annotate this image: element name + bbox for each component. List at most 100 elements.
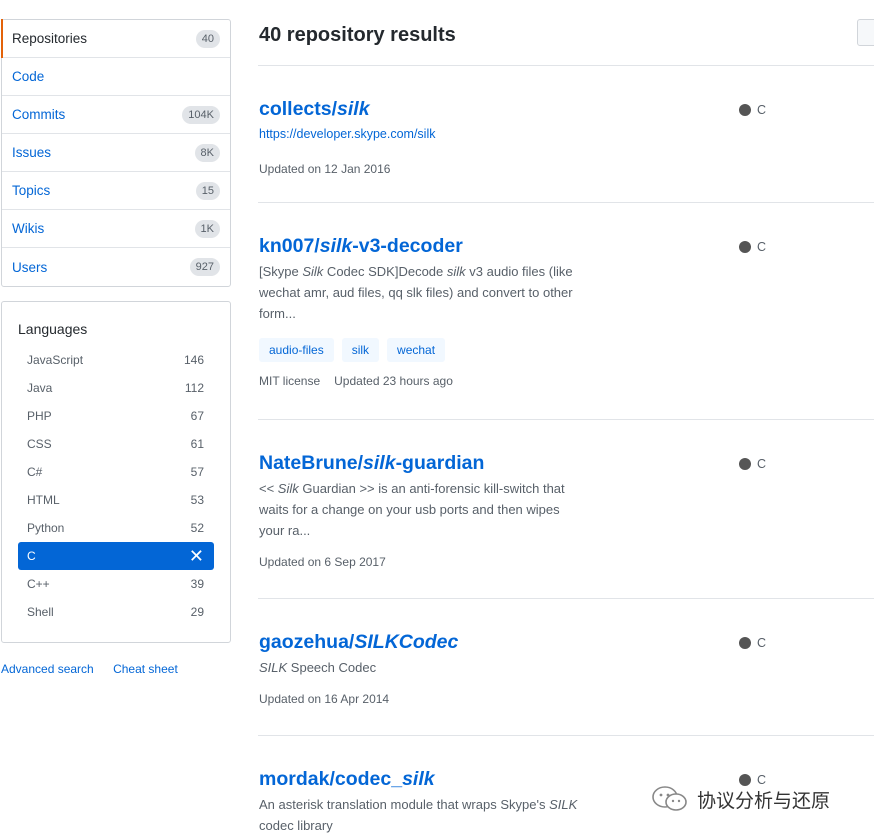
menu-item-count: 8K xyxy=(194,143,220,162)
language-count: 61 xyxy=(190,437,204,451)
repo-topics: audio-files silk wechat xyxy=(259,338,874,362)
divider xyxy=(258,419,874,420)
menu-item-count: 15 xyxy=(195,181,220,200)
language-count: 29 xyxy=(190,605,204,619)
language-color-dot xyxy=(739,104,751,116)
repo-result: gaozehua/SILKCodec SILK Speech Codec Upd… xyxy=(259,630,874,706)
cheat-sheet-link[interactable]: Cheat sheet xyxy=(113,662,178,676)
language-name: HTML xyxy=(27,493,60,507)
language-name: C# xyxy=(27,465,43,479)
menu-item-label: Topics xyxy=(12,183,51,198)
menu-item-label: Users xyxy=(12,259,48,275)
repo-language: C xyxy=(739,457,766,471)
results-count-heading: 40 repository results xyxy=(259,24,456,46)
language-filter-cpp[interactable]: C++ 39 xyxy=(18,570,214,598)
menu-item-count: 104K xyxy=(182,105,220,124)
repo-description[interactable]: https://developer.skype.com/silk xyxy=(259,124,579,145)
repo-link[interactable]: collects/silk xyxy=(259,97,874,121)
language-name: C xyxy=(27,549,36,563)
language-filter-html[interactable]: HTML 53 xyxy=(18,486,214,514)
language-color-dot xyxy=(739,458,751,470)
divider xyxy=(258,65,874,66)
sort-dropdown-button[interactable] xyxy=(857,19,874,46)
repo-language: C xyxy=(739,636,766,650)
repo-language-name: C xyxy=(757,103,767,117)
clear-filter-icon[interactable]: ✕ xyxy=(189,547,204,565)
menu-item-count: 40 xyxy=(195,29,220,48)
repo-result: kn007/silk-v3-decoder [Skype Silk Codec … xyxy=(259,234,874,388)
repo-description: An asterisk translation module that wrap… xyxy=(259,797,578,833)
menu-item-label: Code xyxy=(12,69,45,84)
language-filter-python[interactable]: Python 52 xyxy=(18,514,214,542)
menu-item-issues[interactable]: Issues 8K xyxy=(2,134,230,172)
language-filter-css[interactable]: CSS 61 xyxy=(18,430,214,458)
repo-link[interactable]: NateBrune/silk-guardian xyxy=(259,451,874,475)
footer-links: Advanced search Cheat sheet xyxy=(1,662,194,676)
menu-item-wikis[interactable]: Wikis 1K xyxy=(2,210,230,248)
menu-item-count: 1K xyxy=(194,219,220,238)
repo-language: C xyxy=(739,103,766,117)
menu-item-label: Commits xyxy=(12,107,66,122)
menu-item-code[interactable]: Code xyxy=(2,58,230,96)
menu-item-label: Repositories xyxy=(12,31,88,46)
repo-updated: Updated on 6 Sep 2017 xyxy=(259,555,386,569)
language-name: Shell xyxy=(27,605,54,619)
language-count: 53 xyxy=(190,493,204,507)
language-name: C++ xyxy=(27,577,50,591)
divider xyxy=(258,735,874,736)
language-color-dot xyxy=(739,637,751,649)
language-name: JavaScript xyxy=(27,353,84,367)
menu-item-commits[interactable]: Commits 104K xyxy=(2,96,230,134)
repo-language-name: C xyxy=(757,240,767,254)
repo-updated: Updated on 16 Apr 2014 xyxy=(259,692,390,706)
menu-item-count: 927 xyxy=(189,258,220,276)
language-filter-csharp[interactable]: C# 57 xyxy=(18,458,214,486)
menu-item-topics[interactable]: Topics 15 xyxy=(2,172,230,210)
repo-license: MIT license xyxy=(259,374,321,388)
repo-result: collects/silk https://developer.skype.co… xyxy=(259,97,874,176)
language-filter-c[interactable]: C ✕ xyxy=(18,542,214,570)
wechat-logo-icon xyxy=(652,786,687,811)
language-filter-php[interactable]: PHP 67 xyxy=(18,402,214,430)
repo-result: NateBrune/silk-guardian << Silk Guardian… xyxy=(259,451,874,569)
language-filter-javascript[interactable]: JavaScript 146 xyxy=(18,346,214,374)
language-name: PHP xyxy=(27,409,52,423)
repo-meta: MIT license Updated 23 hours ago xyxy=(259,374,874,388)
repo-language-name: C xyxy=(757,636,767,650)
repo-meta: Updated on 16 Apr 2014 xyxy=(259,692,874,706)
topic-tag[interactable]: wechat xyxy=(387,338,446,362)
repo-meta: Updated on 12 Jan 2016 xyxy=(259,162,874,176)
language-filter-shell[interactable]: Shell 29 xyxy=(18,598,214,626)
divider xyxy=(258,598,874,599)
language-name: Python xyxy=(27,521,65,535)
menu-item-users[interactable]: Users 927 xyxy=(2,248,230,286)
language-count: 112 xyxy=(184,381,204,395)
repo-meta: Updated on 6 Sep 2017 xyxy=(259,555,874,569)
language-count: 146 xyxy=(183,353,204,367)
repo-language-name: C xyxy=(757,457,767,471)
repo-description: [Skype Silk Codec SDK]Decode silk v3 aud… xyxy=(259,264,573,321)
language-count: 39 xyxy=(190,577,204,591)
repo-link[interactable]: kn007/silk-v3-decoder xyxy=(259,234,874,258)
language-color-dot xyxy=(739,241,751,253)
repo-description: << Silk Guardian >> is an anti-forensic … xyxy=(259,481,565,538)
repo-description: SILK Speech Codec xyxy=(259,660,377,675)
language-count: 57 xyxy=(190,465,204,479)
repo-language: C xyxy=(739,240,766,254)
repo-link[interactable]: gaozehua/SILKCodec xyxy=(259,630,874,654)
topic-tag[interactable]: silk xyxy=(341,338,380,362)
repo-updated: Updated 23 hours ago xyxy=(334,374,453,388)
menu-item-repositories[interactable]: Repositories 40 xyxy=(1,19,230,58)
language-count: 67 xyxy=(190,409,204,423)
watermark-text: 协议分析与还原 xyxy=(697,790,831,812)
menu-item-label: Issues xyxy=(12,145,52,160)
topic-tag[interactable]: audio-files xyxy=(259,338,334,362)
advanced-search-link[interactable]: Advanced search xyxy=(1,662,94,676)
languages-title: Languages xyxy=(18,321,88,337)
wechat-watermark: 协议分析与还原 xyxy=(651,785,830,813)
languages-filter: Languages JavaScript 146 Java 112 PHP 67… xyxy=(1,301,231,643)
language-name: CSS xyxy=(27,437,52,451)
language-name: Java xyxy=(27,381,53,395)
search-type-menu: Repositories 40 Code Commits 104K Issues… xyxy=(1,19,231,287)
language-filter-java[interactable]: Java 112 xyxy=(18,374,214,402)
